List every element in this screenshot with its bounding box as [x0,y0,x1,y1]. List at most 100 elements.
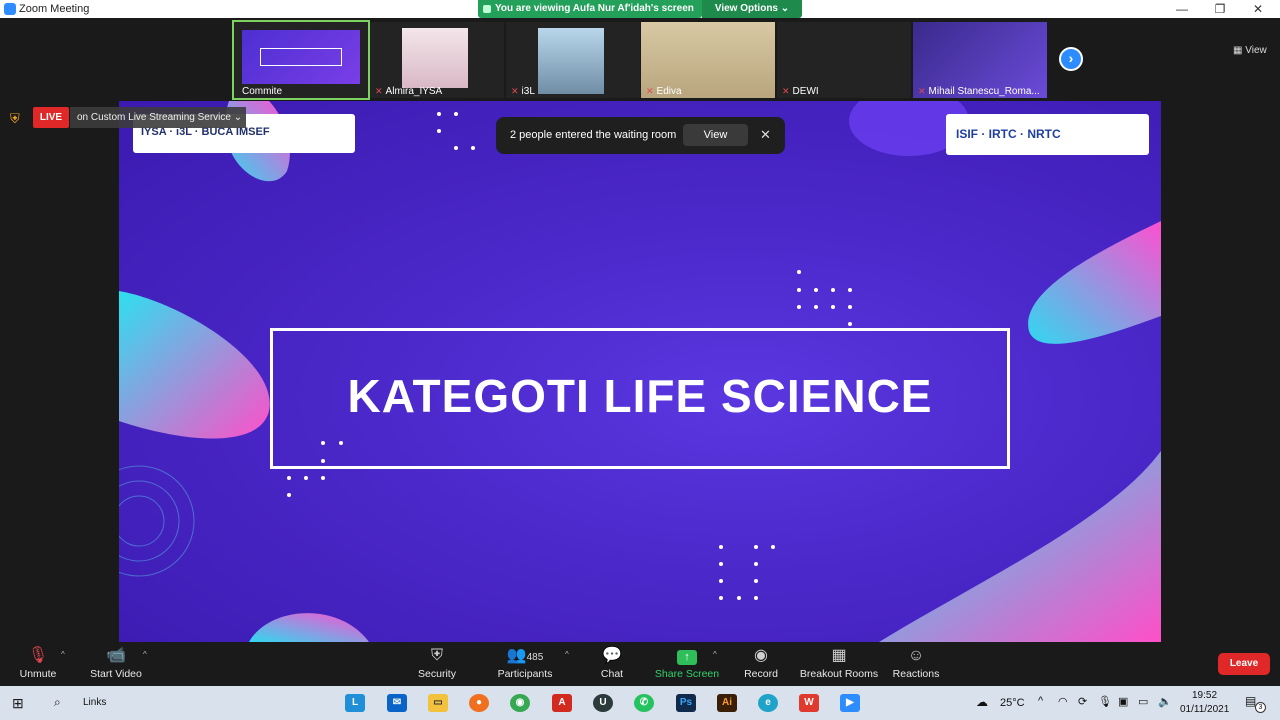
participant-gallery: Commite ✕ Almira_IYSA ✕ i3L ✕ Ediva ✕ DEWI ✕… [0,18,1280,100]
weather-icon: ☁ [976,695,988,709]
mic-muted-icon: ✕ [511,86,519,96]
ring-shape [119,465,195,577]
participant-tile[interactable]: ✕ Ediva [641,22,775,98]
firefox-icon[interactable]: ● [469,694,489,712]
reactions-button[interactable]: ☺ Reactions [891,646,941,680]
reactions-label: Reactions [892,668,940,680]
slide-title: KATEGOTI LIFE SCIENCE [347,370,933,422]
participant-name: Ediva [656,86,682,97]
leave-button[interactable]: Leave [1218,653,1270,675]
edge-icon[interactable]: e [758,694,778,712]
participant-name: Almira_IYSA [385,86,443,97]
mic-muted-icon: ✕ [918,86,926,96]
clock-time[interactable]: 19:52 [1192,690,1217,701]
breakout-rooms-button[interactable]: ▦ Breakout Rooms [799,646,879,680]
chat-button[interactable]: 💬 Chat [592,646,632,680]
file-explorer-icon[interactable]: ▭ [428,694,448,712]
sponsor-logo-text: ISIF · IRTC · NRTC [956,127,1061,141]
participant-tile[interactable]: ✕ Mihail Stanescu_Roma... [913,22,1047,98]
live-service-dropdown[interactable]: on Custom Live Streaming Service ⌄ [70,107,246,128]
participant-name: Mihail Stanescu_Roma... [928,86,1040,97]
security-label: Security [418,668,456,680]
mic-muted-icon: ✕ [646,86,654,96]
ring-shape [119,480,180,562]
zoom-app-icon [4,3,16,15]
reactions-icon: ☺ [907,647,925,664]
live-badge[interactable]: LIVE [33,107,69,128]
share-banner-text: You are viewing Aufa Nur Af'idah's scree… [495,3,694,14]
view-layout-button[interactable]: ▦ View [1233,45,1267,56]
meeting-toolbar: 🎙 Unmute ^ 📹 Start Video ^ ⛨ Security 👥4… [0,642,1280,686]
share-screen-button[interactable]: ↑ Share Screen [654,646,720,680]
whatsapp-icon[interactable]: ✆ [634,694,654,712]
clock-date[interactable]: 01/11/2021 [1180,704,1229,715]
participant-tile[interactable]: ✕ DEWI [777,22,911,98]
unmute-button[interactable]: 🎙 Unmute [14,646,62,680]
windows-start-icon[interactable]: ⊞ [12,695,24,712]
pdf-reader-icon[interactable]: A [552,694,572,712]
start-video-button[interactable]: 📹 Start Video [84,646,148,680]
photoshop-icon[interactable]: Ps [676,694,696,712]
chevron-up-icon[interactable]: ^ [143,650,147,659]
participant-tile[interactable]: ✕ Almira_IYSA [370,22,504,98]
chrome-icon[interactable]: ◉ [510,694,530,712]
notification-count-badge: 3 [1255,702,1266,713]
participant-name: Commite [242,86,283,97]
wave-shape [1028,221,1161,344]
taskbar-search-label[interactable]: Links [83,697,106,708]
notification-view-button[interactable]: View [683,124,748,146]
view-label: View [1245,45,1267,56]
shield-icon: ⛨ [10,111,20,126]
record-icon: ◉ [754,647,768,664]
participants-icon: 👥485 [506,647,544,664]
view-options-button[interactable]: View Options ⌄ [702,0,802,18]
participants-button[interactable]: 👥485 Participants [494,646,556,680]
chevron-up-icon[interactable]: ^ [61,650,65,659]
share-screen-icon: ↑ [654,646,720,666]
app-l-icon[interactable]: L [345,694,365,712]
mail-icon[interactable]: ✉ [387,694,407,712]
zoom-taskbar-icon[interactable]: ▶ [840,694,860,712]
network-icon[interactable]: ▣ [1118,695,1128,708]
app-u-icon[interactable]: U [593,694,613,712]
microphone-muted-icon: 🎙 [27,647,49,664]
illustrator-icon[interactable]: Ai [717,694,737,712]
chevron-up-icon[interactable]: ^ [713,650,717,659]
record-label: Record [744,668,778,680]
close-window-button[interactable]: ✕ [1238,0,1278,18]
participants-count: 485 [526,652,544,663]
battery-icon[interactable]: ▭ [1138,695,1148,708]
start-video-label: Start Video [90,668,142,680]
tray-expand-icon[interactable]: ^ [1038,695,1043,707]
weather-temperature[interactable]: 25°C [1000,697,1025,709]
video-feed [242,30,360,84]
breakout-rooms-icon: ▦ [831,647,847,664]
security-button[interactable]: ⛨ Security [412,646,462,680]
mic-muted-icon: ✕ [782,86,790,96]
wave-shape [879,451,1161,642]
participants-label: Participants [497,668,553,680]
windows-taskbar: ⊞ ⌕ Links L ✉ ▭ ● ◉ A U ✆ Ps Ai e W ▶ ☁ … [0,686,1280,720]
participant-name: i3L [521,86,535,97]
record-button[interactable]: ◉ Record [740,646,782,680]
restore-button[interactable]: ❐ [1200,0,1240,18]
gallery-next-icon[interactable]: › [1059,47,1083,71]
minimize-button[interactable]: — [1162,0,1202,18]
chevron-up-icon[interactable]: ^ [565,650,569,659]
waiting-room-notification: 2 people entered the waiting room View ✕ [496,117,785,154]
participant-tile[interactable]: ✕ i3L [506,22,640,98]
microphone-icon[interactable]: 🎙 [1098,695,1112,708]
grid-icon: ▦ [1233,45,1246,56]
close-icon[interactable]: ✕ [760,127,771,143]
sync-icon[interactable]: ⟳ [1078,695,1087,708]
wifi-icon[interactable]: ◠ [1058,695,1068,708]
window-title: Zoom Meeting [19,3,90,15]
video-feed [538,28,604,94]
slide-preview [260,48,342,66]
participant-tile[interactable]: Commite [232,20,370,100]
shield-icon: ⛨ [430,647,443,664]
search-icon[interactable]: ⌕ [54,695,61,710]
wps-icon[interactable]: W [799,694,819,712]
video-feed [402,28,468,88]
volume-icon[interactable]: 🔈 [1158,695,1172,708]
